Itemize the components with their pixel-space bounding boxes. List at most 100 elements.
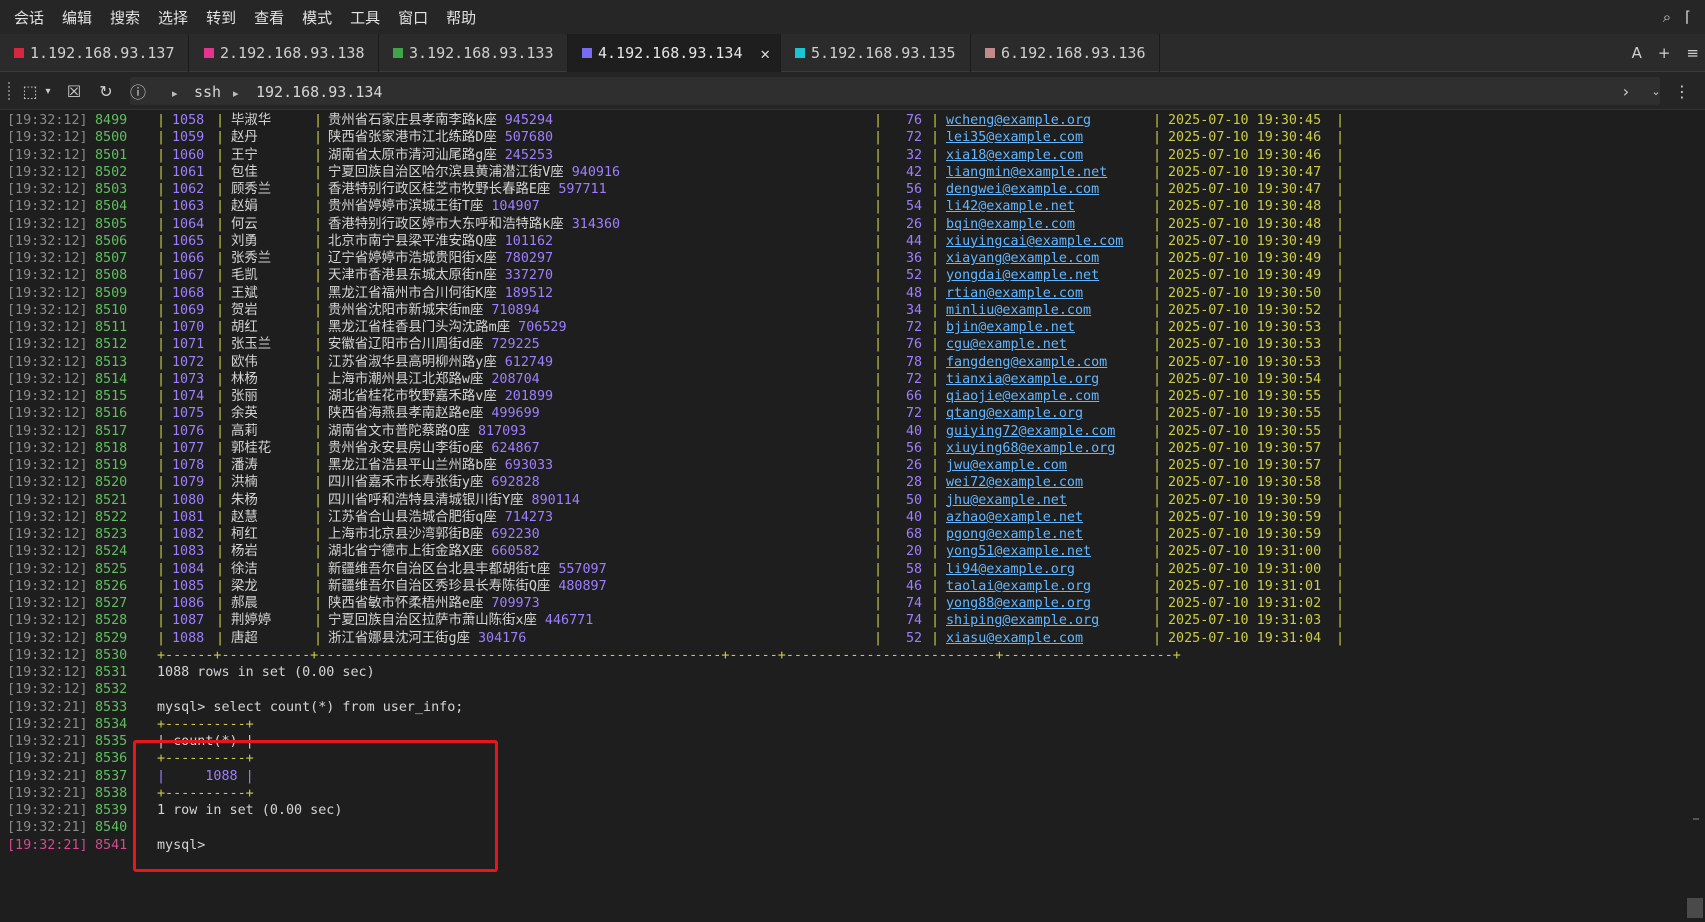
cell-id: 1066: [172, 251, 205, 266]
font-size-icon[interactable]: A: [1632, 44, 1642, 62]
cell-date: 2025-07-10 19:30:55: [1168, 423, 1322, 439]
path-host[interactable]: 192.168.93.134: [256, 83, 382, 101]
tab-session-4[interactable]: 4.192.168.93.134 ✕: [568, 34, 781, 72]
table-pipe: |: [314, 251, 323, 266]
table-pipe: |: [931, 147, 940, 163]
menu-item[interactable]: 帮助: [446, 7, 476, 28]
cell-email: jwu@example.com: [946, 458, 1067, 473]
cell-age: 68: [906, 527, 923, 542]
line-number: 8501: [95, 147, 128, 163]
close-session-icon[interactable]: ☒: [64, 81, 84, 101]
tab-session-6[interactable]: 6.192.168.93.136: [971, 34, 1160, 72]
cell-email: rtian@example.com: [946, 285, 1084, 301]
menu-item[interactable]: 转到: [206, 7, 236, 28]
cell-address: 黑龙江省福州市合川何街K座 189512: [328, 285, 553, 304]
postal-code: 104907: [491, 199, 540, 215]
terminal-line: [19:32:12] 8525 | | | | | | | 1084 徐洁 新疆维吾尔自治区台北县丰都…: [0, 561, 1705, 580]
menu-item[interactable]: 模式: [302, 7, 332, 28]
menu-item[interactable]: 会话: [14, 7, 44, 28]
table-pipe: |: [1336, 285, 1345, 301]
address-bar[interactable]: ⓘ ▸ ssh ▸ 192.168.93.134 › ⌄: [128, 77, 1661, 105]
table-pipe: |: [216, 423, 225, 439]
table-pipe: |: [1153, 130, 1162, 146]
cell-name: 王宁: [231, 147, 258, 163]
new-tab-icon[interactable]: +: [1658, 44, 1671, 62]
search-icon[interactable]: ⌕: [1663, 8, 1671, 26]
table-pipe: |: [157, 475, 166, 491]
forward-icon[interactable]: ›: [1616, 81, 1636, 101]
cell-email: wei72@example.com: [946, 475, 1084, 491]
tab-menu-icon[interactable]: ≡: [1686, 44, 1699, 62]
line-number: 8537: [95, 768, 128, 784]
extra-icon[interactable]: ⌈: [1685, 8, 1691, 26]
scrollbar-thumb[interactable]: [1687, 898, 1703, 918]
cell-age: 76: [906, 113, 923, 128]
menu-item[interactable]: 搜索: [110, 7, 140, 28]
cell-date: 2025-07-10 19:30:46: [1168, 130, 1322, 146]
more-icon[interactable]: ⋮: [1672, 81, 1692, 101]
table-pipe: |: [1336, 251, 1345, 266]
table-pipe: |: [931, 423, 940, 439]
reconnect-icon[interactable]: ↻: [96, 81, 116, 101]
tab-session-2[interactable]: 2.192.168.93.138: [190, 34, 379, 72]
menu-item[interactable]: 查看: [254, 7, 284, 28]
table-pipe: |: [1153, 613, 1162, 629]
table-pipe: |: [1336, 475, 1345, 491]
menu-item[interactable]: 编辑: [62, 7, 92, 28]
timestamp: [19:32:12]: [7, 613, 88, 629]
table-pipe: |: [1336, 147, 1345, 163]
chevron-down-icon[interactable]: ⌄: [1646, 81, 1666, 101]
line-number: 8524: [95, 544, 128, 560]
terminal-line: [19:32:12] 8528 | | | | | | | 1087 荆婷婷 宁夏回族自治区拉萨市萧山…: [0, 612, 1705, 631]
info-icon[interactable]: ⓘ: [128, 81, 148, 102]
table-pipe: |: [931, 199, 940, 215]
postal-code: 201899: [504, 389, 554, 404]
close-icon[interactable]: ✕: [760, 44, 770, 63]
table-pipe: |: [1336, 233, 1345, 249]
cell-age: 52: [906, 268, 923, 284]
tab-session-5[interactable]: 5.192.168.93.135: [781, 34, 971, 72]
address-text: 陕西省敏市怀柔梧州路e座: [328, 596, 484, 611]
menu-item[interactable]: 工具: [350, 7, 380, 28]
table-pipe: |: [314, 199, 323, 215]
terminal-line: [19:32:12] 8524 | | | | | | | 1083 杨岩 湖北省宁德市上街金路X座 6…: [0, 543, 1705, 562]
table-pipe: |: [874, 371, 883, 387]
dropdown-icon[interactable]: ▾: [38, 81, 58, 101]
menu-item[interactable]: 选择: [158, 7, 188, 28]
line-number: 8536: [95, 751, 128, 767]
table-pipe: |: [157, 578, 166, 594]
new-session-icon[interactable]: ⬚: [20, 81, 40, 101]
tab-session-3[interactable]: 3.192.168.93.133: [379, 34, 568, 72]
tab-session-1[interactable]: 1.192.168.93.137: [0, 34, 189, 72]
path-separator-icon: ▸: [233, 87, 239, 100]
cell-age: 44: [906, 233, 923, 249]
table-pipe: |: [1153, 440, 1162, 456]
tab-color-icon: [14, 48, 24, 58]
address-text: 天津市香港县东城太原街n座: [328, 268, 497, 284]
table-pipe: |: [1153, 578, 1162, 594]
cell-name: 何云: [231, 216, 258, 232]
cell-id: 1074: [172, 389, 205, 404]
terminal-line: [19:32:12] 8526 | | | | | | | 1085 梁龙 新疆维吾尔自治区秀珍县长寿…: [0, 578, 1705, 597]
table-pipe: |: [216, 371, 225, 387]
cell-name: 高莉: [231, 423, 258, 439]
timestamp: [19:32:12]: [7, 527, 88, 542]
table-pipe: |: [1336, 164, 1345, 180]
table-pipe: |: [1336, 371, 1345, 387]
table-pipe: |: [157, 285, 166, 301]
cell-address: 湖南省太原市清河汕尾路g座 245253: [328, 147, 553, 166]
table-pipe: |: [874, 527, 883, 542]
table-pipe: |: [216, 337, 225, 353]
table-pipe: |: [216, 354, 225, 370]
address-text: 湖南省太原市清河汕尾路g座: [328, 147, 497, 163]
line-number: 8506: [95, 233, 128, 249]
cell-email: yong88@example.org: [946, 596, 1092, 611]
table-pipe: |: [1153, 458, 1162, 473]
terminal-line: [19:32:12] 8530 +------+-----------+------…: [0, 647, 1705, 666]
path-ssh[interactable]: ssh: [194, 83, 221, 101]
table-pipe: |: [931, 164, 940, 180]
menu-item[interactable]: 窗口: [398, 7, 428, 28]
postal-code: 780297: [504, 251, 554, 266]
line-number: 8503: [95, 182, 128, 197]
toolbar-grip[interactable]: [8, 82, 12, 100]
